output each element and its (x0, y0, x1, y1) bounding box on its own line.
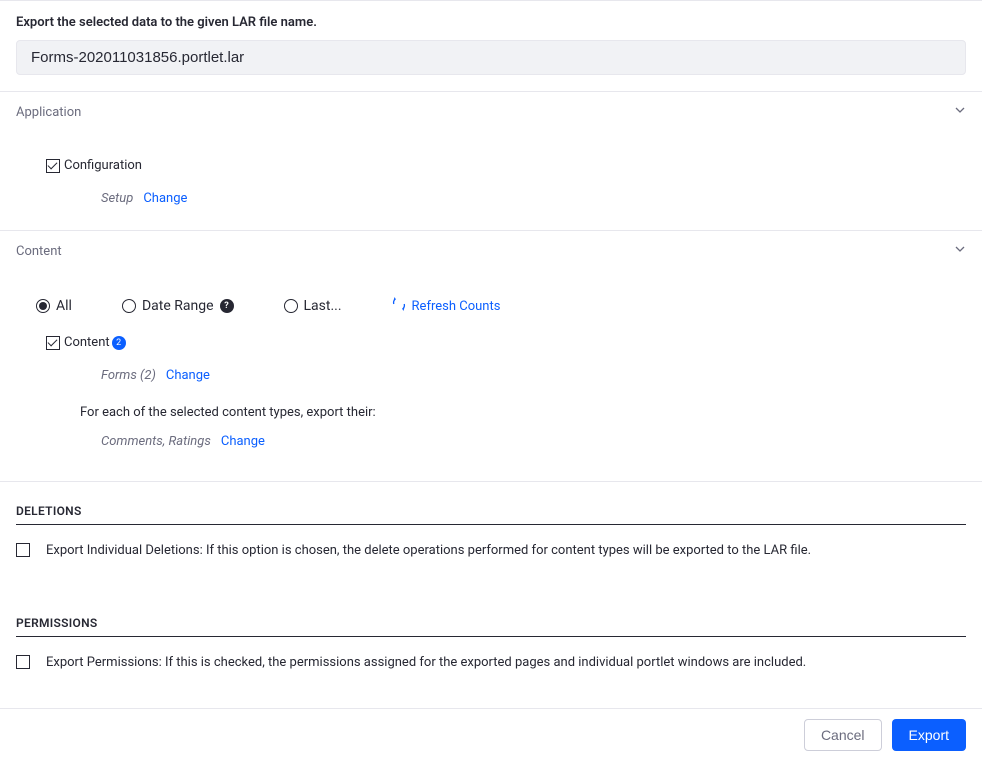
cancel-button[interactable]: Cancel (804, 719, 882, 751)
refresh-counts-link[interactable]: Refresh Counts (392, 297, 501, 315)
setup-row: Setup Change (101, 191, 966, 206)
help-icon[interactable]: ? (220, 299, 234, 313)
comments-change-link[interactable]: Change (221, 434, 265, 449)
export-label: Export the selected data to the given LA… (16, 15, 966, 30)
content-checkbox-label: Content (64, 335, 110, 350)
configuration-label: Configuration (64, 158, 142, 173)
deletions-text: Export Individual Deletions: If this opt… (46, 543, 811, 558)
application-panel-header[interactable]: Application (0, 92, 982, 132)
content-panel-header[interactable]: Content (0, 231, 982, 271)
application-panel-title: Application (16, 105, 81, 120)
content-explain-text: For each of the selected content types, … (80, 405, 966, 420)
setup-label: Setup (101, 191, 133, 206)
radio-last-input[interactable] (284, 299, 298, 313)
radio-last-label: Last... (304, 298, 342, 314)
radio-last[interactable]: Last... (284, 298, 342, 314)
chevron-down-icon (954, 243, 966, 259)
radio-date-range-label: Date Range (142, 298, 214, 314)
configuration-checkbox[interactable] (46, 159, 60, 173)
radio-date-range-input[interactable] (122, 299, 136, 313)
deletions-checkbox[interactable] (16, 543, 30, 557)
footer: Cancel Export (0, 708, 982, 761)
permissions-row: Export Permissions: If this is checked, … (0, 637, 982, 676)
application-panel: Application Configuration Setup Change (0, 91, 982, 230)
setup-change-link[interactable]: Change (143, 191, 187, 206)
content-panel: Content All Date Range ? Last... (0, 230, 982, 473)
content-checkbox-row: Content 2 (46, 335, 966, 350)
permissions-text: Export Permissions: If this is checked, … (46, 655, 806, 670)
configuration-checkbox-row: Configuration (46, 158, 966, 173)
radio-all[interactable]: All (36, 298, 72, 314)
application-panel-body: Configuration Setup Change (0, 132, 982, 230)
content-panel-body: All Date Range ? Last... (0, 271, 982, 473)
content-range-radios: All Date Range ? Last... (36, 297, 966, 315)
comments-label: Comments, Ratings (101, 434, 211, 449)
panel-separator (0, 481, 982, 482)
radio-all-label: All (56, 298, 72, 314)
export-header: Export the selected data to the given LA… (0, 0, 982, 91)
forms-label: Forms (2) (101, 368, 156, 383)
spacer (0, 564, 982, 594)
radio-all-input[interactable] (36, 299, 50, 313)
permissions-heading: PERMISSIONS (0, 616, 982, 630)
permissions-checkbox[interactable] (16, 655, 30, 669)
refresh-counts-label: Refresh Counts (412, 299, 501, 314)
deletions-row: Export Individual Deletions: If this opt… (0, 525, 982, 564)
forms-row: Forms (2) Change (101, 368, 966, 383)
forms-change-link[interactable]: Change (166, 368, 210, 383)
content-panel-title: Content (16, 244, 62, 259)
refresh-icon (392, 297, 406, 315)
chevron-down-icon (954, 104, 966, 120)
export-button[interactable]: Export (892, 719, 966, 751)
deletions-heading: DELETIONS (0, 504, 982, 518)
radio-date-range[interactable]: Date Range ? (122, 298, 234, 314)
content-checkbox[interactable] (46, 336, 60, 350)
content-count-badge: 2 (112, 336, 126, 350)
comments-row: Comments, Ratings Change (101, 434, 966, 449)
filename-input[interactable] (16, 40, 966, 75)
